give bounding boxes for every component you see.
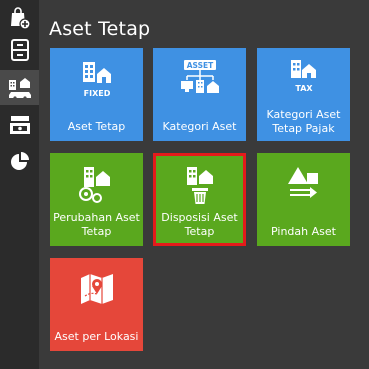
fixed-text: FIXED	[83, 89, 110, 98]
asset-text: ASSET	[186, 61, 213, 70]
cabinet-icon	[10, 38, 29, 61]
asset-change-icon	[78, 167, 110, 203]
tile-label: Aset Tetap	[67, 120, 126, 133]
main-panel: Aset Tetap FIXED Aset Tetap ASSET Katego…	[39, 0, 369, 369]
sidebar-item-cash[interactable]	[0, 107, 39, 142]
tile-disposisi-aset-tetap[interactable]: Disposisi Aset Tetap	[153, 153, 246, 246]
tax-asset-category-icon: TAX	[290, 60, 316, 93]
sidebar-item-fixed-assets[interactable]	[0, 70, 39, 105]
tile-aset-per-lokasi[interactable]: Aset per Lokasi	[50, 258, 143, 351]
money-cash-icon	[9, 115, 30, 134]
fixed-asset-icon: FIXED	[82, 62, 111, 98]
asset-category-icon: ASSET	[180, 60, 219, 93]
tile-label: Aset per Lokasi	[54, 330, 139, 343]
tile-pindah-aset[interactable]: Pindah Aset	[257, 153, 350, 246]
asset-transfer-icon	[287, 167, 318, 198]
tile-label: Kategori Aset Tetap Pajak	[266, 108, 341, 135]
tax-text: TAX	[295, 84, 313, 93]
tile-perubahan-aset-tetap[interactable]: Perubahan Aset Tetap	[50, 153, 143, 246]
sidebar-item-reports[interactable]	[0, 144, 39, 179]
tile-kategori-aset-tetap-pajak[interactable]: TAX Kategori Aset Tetap Pajak	[257, 48, 350, 141]
sidebar-item-storage[interactable]	[0, 32, 39, 67]
page-title: Aset Tetap	[49, 18, 151, 40]
asset-disposal-icon	[186, 167, 213, 204]
tile-label: Kategori Aset	[162, 120, 237, 133]
asset-location-map-icon	[80, 274, 113, 304]
tile-label: Disposisi Aset Tetap	[161, 211, 238, 238]
tile-label: Pindah Aset	[271, 225, 336, 238]
shopping-bag-add-icon	[10, 6, 31, 30]
pie-chart-icon	[10, 151, 29, 170]
tile-aset-tetap[interactable]: FIXED Aset Tetap	[50, 48, 143, 141]
assets-car-icon	[8, 77, 31, 100]
sidebar	[0, 0, 39, 369]
sidebar-item-sales[interactable]	[0, 0, 39, 35]
tile-kategori-aset[interactable]: ASSET Kategori Aset	[153, 48, 246, 141]
tile-label: Perubahan Aset Tetap	[53, 211, 140, 238]
